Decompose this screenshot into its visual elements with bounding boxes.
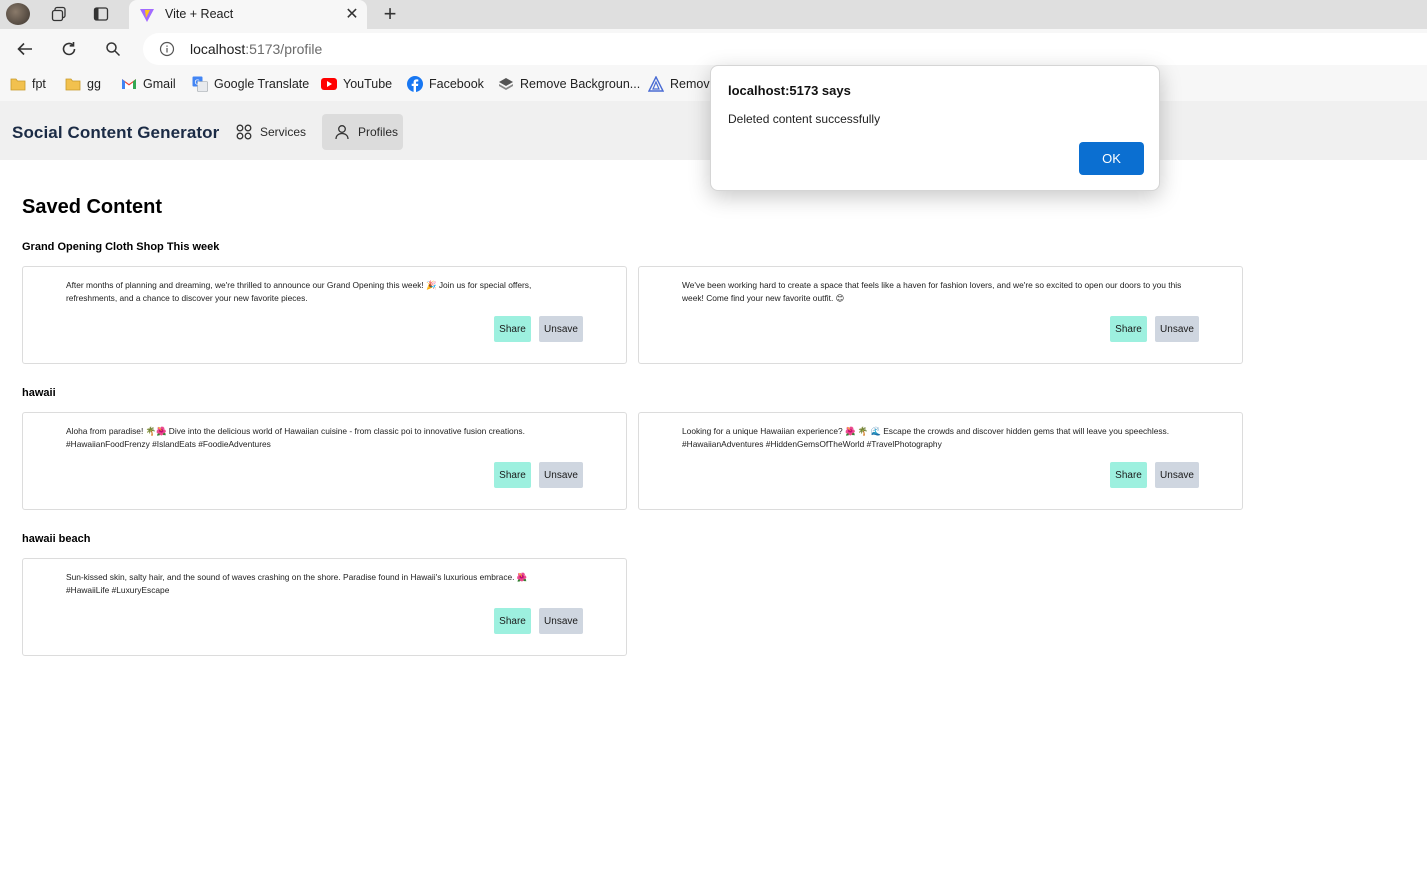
- bookmark-fpt[interactable]: fpt: [10, 75, 46, 93]
- bookmark-facebook[interactable]: Facebook: [407, 75, 484, 93]
- bookmark-label: Google Translate: [214, 77, 310, 91]
- reload-icon[interactable]: [57, 37, 81, 61]
- bookmark-label: Facebook: [429, 77, 484, 91]
- url-text: localhost:5173/profile: [190, 41, 322, 57]
- workspaces-icon[interactable]: [47, 3, 71, 25]
- new-tab-icon[interactable]: +: [378, 3, 402, 25]
- content-card: Aloha from paradise! 🌴🌺 Dive into the de…: [22, 412, 627, 510]
- back-icon[interactable]: [13, 37, 37, 61]
- share-button[interactable]: Share: [1110, 462, 1147, 488]
- bookmark-remove[interactable]: Remov: [648, 75, 710, 93]
- tab-title: Vite + React: [165, 7, 234, 21]
- content-card: Looking for a unique Hawaiian experience…: [638, 412, 1243, 510]
- share-button[interactable]: Share: [494, 462, 531, 488]
- folder-icon: [65, 76, 81, 92]
- dialog-message: Deleted content successfully: [728, 112, 881, 126]
- group-title: hawaii beach: [22, 533, 91, 545]
- bookmark-label: gg: [87, 77, 101, 91]
- site-info-icon[interactable]: [159, 41, 175, 62]
- translate-icon: G: [192, 76, 208, 92]
- user-icon: [334, 124, 350, 140]
- nav-label: Services: [260, 125, 307, 139]
- content-card: After months of planning and dreaming, w…: [22, 266, 627, 364]
- browser-tab-bar: Vite + React ✕ +: [0, 0, 1427, 29]
- unsave-button[interactable]: Unsave: [539, 316, 583, 342]
- app-brand[interactable]: Social Content Generator: [12, 123, 219, 143]
- nav-label: Profiles: [358, 125, 399, 139]
- url-host: localhost: [190, 41, 246, 57]
- share-button[interactable]: Share: [1110, 316, 1147, 342]
- bookmark-youtube[interactable]: YouTube: [321, 75, 392, 93]
- bookmark-label: Gmail: [143, 77, 176, 91]
- folder-icon: [10, 76, 26, 92]
- profile-avatar[interactable]: [6, 3, 30, 25]
- group-title: hawaii: [22, 387, 56, 399]
- url-path: :5173/profile: [245, 41, 323, 57]
- group-title: Grand Opening Cloth Shop This week: [22, 241, 220, 253]
- page-title: Saved Content: [22, 196, 163, 218]
- content-text: Looking for a unique Hawaiian experience…: [682, 426, 1170, 449]
- gmail-icon: [121, 76, 137, 92]
- content-text: We've been working hard to create a spac…: [682, 280, 1182, 303]
- content-text: Sun-kissed skin, salty hair, and the sou…: [66, 572, 528, 595]
- grid-icon: [236, 124, 252, 140]
- unsave-button[interactable]: Unsave: [1155, 462, 1199, 488]
- content-card: Sun-kissed skin, salty hair, and the sou…: [22, 558, 627, 656]
- bookmark-gg[interactable]: gg: [65, 75, 101, 93]
- tab-actions-icon[interactable]: [89, 3, 113, 25]
- browser-tab-active[interactable]: Vite + React ✕: [129, 0, 367, 29]
- remove-icon: [648, 76, 664, 92]
- remove-bg-icon: [498, 76, 514, 92]
- content-card: We've been working hard to create a spac…: [638, 266, 1243, 364]
- search-icon[interactable]: [101, 37, 125, 61]
- address-toolbar: localhost:5173/profile: [0, 29, 1427, 67]
- unsave-button[interactable]: Unsave: [539, 462, 583, 488]
- svg-text:G: G: [195, 79, 200, 87]
- youtube-icon: [321, 76, 337, 92]
- nav-profiles[interactable]: Profiles: [322, 114, 403, 150]
- bookmark-remove-background[interactable]: Remove Backgroun...: [498, 75, 640, 93]
- share-button[interactable]: Share: [494, 316, 531, 342]
- bookmark-gmail[interactable]: Gmail: [121, 75, 176, 93]
- share-button[interactable]: Share: [494, 608, 531, 634]
- facebook-icon: [407, 76, 423, 92]
- alert-dialog: localhost:5173 says Deleted content succ…: [710, 65, 1160, 191]
- bookmark-label: YouTube: [343, 77, 393, 91]
- bookmark-label: Remove Backgroun...: [520, 77, 641, 91]
- url-field[interactable]: localhost:5173/profile: [143, 33, 1427, 65]
- bookmark-google-translate[interactable]: G Google Translate: [192, 75, 309, 93]
- bookmark-label: fpt: [32, 77, 46, 91]
- unsave-button[interactable]: Unsave: [1155, 316, 1199, 342]
- vite-icon: [139, 7, 155, 28]
- close-tab-icon[interactable]: ✕: [343, 5, 361, 23]
- content-text: Aloha from paradise! 🌴🌺 Dive into the de…: [66, 426, 525, 449]
- unsave-button[interactable]: Unsave: [539, 608, 583, 634]
- dialog-title: localhost:5173 says: [728, 83, 851, 98]
- content-text: After months of planning and dreaming, w…: [66, 280, 532, 303]
- ok-button[interactable]: OK: [1079, 142, 1144, 175]
- bookmark-label: Remov: [670, 77, 710, 91]
- nav-services[interactable]: Services: [224, 114, 318, 150]
